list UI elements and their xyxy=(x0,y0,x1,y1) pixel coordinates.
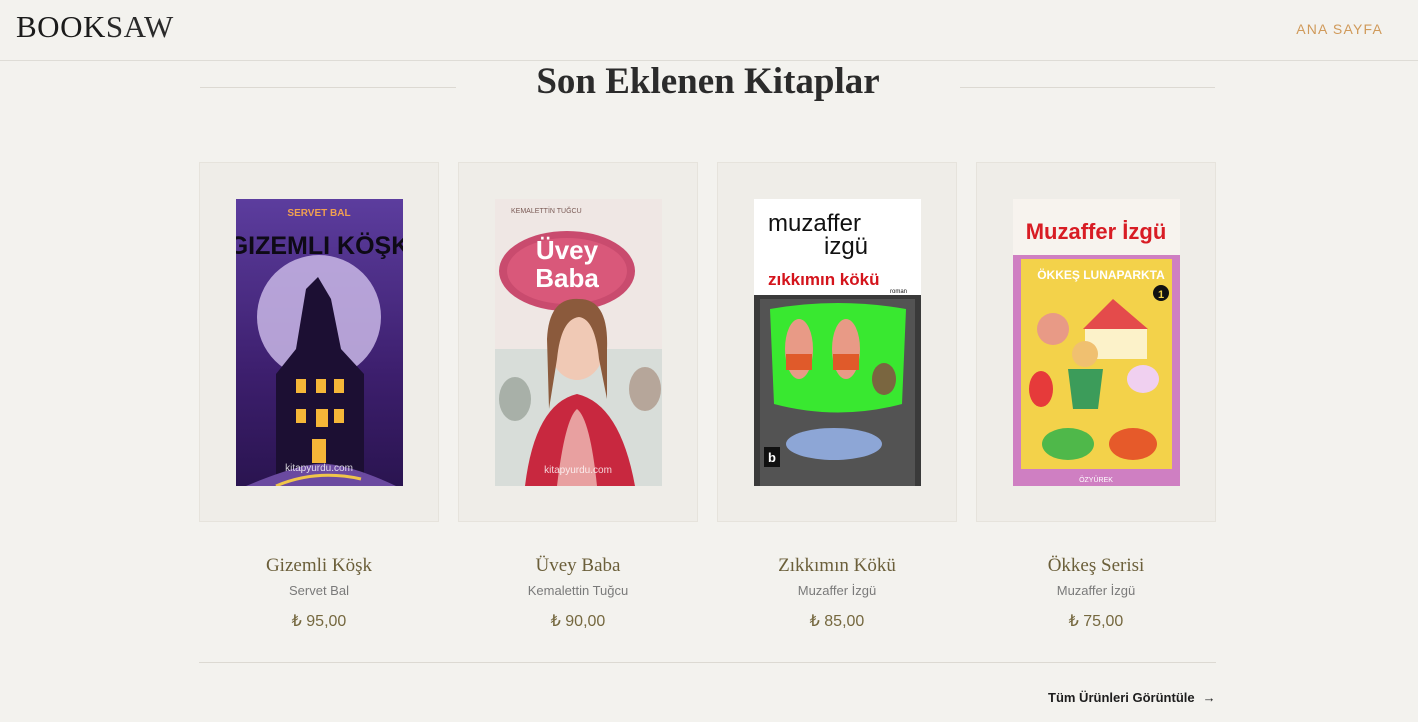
product-price: ₺ 95,00 xyxy=(291,613,347,630)
cover-title-line1: Üvey xyxy=(536,235,599,265)
product-price: ₺ 90,00 xyxy=(550,613,606,630)
cover-subtitle: roman xyxy=(890,289,907,295)
product-card: Muzaffer İzgü ÖKKEŞ LUNAPARKTA 1 ÖZYÜREK xyxy=(976,162,1216,630)
product-title[interactable]: Zıkkımın Kökü xyxy=(717,555,957,577)
cover-title-text: ÖKKEŞ LUNAPARKTA xyxy=(1037,267,1165,282)
view-all-label: Tüm Ürünleri Görüntüle xyxy=(1048,690,1195,705)
site-logo[interactable]: BOOKSAW xyxy=(16,9,174,45)
section-title: Son Eklenen Kitaplar xyxy=(536,61,880,102)
cover-publisher: ÖZYÜREK xyxy=(1079,476,1113,484)
product-title[interactable]: Ökkeş Serisi xyxy=(976,555,1216,577)
product-author: Muzaffer İzgü xyxy=(797,583,877,598)
product-card: muzaffer izgü zıkkımın kökü roman b Zıkk… xyxy=(717,162,957,630)
cover-author-text: Muzaffer İzgü xyxy=(1026,219,1167,244)
product-price: ₺ 85,00 xyxy=(809,613,865,630)
section-divider xyxy=(199,662,1216,663)
section-header: Son Eklenen Kitaplar xyxy=(200,58,1215,118)
product-cover-frame[interactable]: Muzaffer İzgü ÖKKEŞ LUNAPARKTA 1 ÖZYÜREK xyxy=(976,162,1216,522)
cover-author-line2: izgü xyxy=(824,233,868,260)
nav-home-link[interactable]: ANA SAYFA xyxy=(1296,21,1383,37)
cover-title-text: zıkkımın kökü xyxy=(768,270,879,289)
product-cover-frame[interactable]: KEMALETTİN TUĞCU Üvey Baba kitapyurdu.co… xyxy=(458,162,698,522)
title-divider-right xyxy=(960,87,1215,88)
product-card: SERVET BAL GIZEMLI KÖŞK kitapyurdu.com G… xyxy=(199,162,439,630)
product-cover-frame[interactable]: muzaffer izgü zıkkımın kökü roman b xyxy=(717,162,957,522)
product-author: Muzaffer İzgü xyxy=(1056,583,1136,598)
product-card: KEMALETTİN TUĞCU Üvey Baba kitapyurdu.co… xyxy=(458,162,698,630)
product-title[interactable]: Üvey Baba xyxy=(458,555,698,577)
product-author: Kemalettin Tuğcu xyxy=(527,583,629,598)
cover-watermark: kitapyurdu.com xyxy=(544,465,612,476)
book-cover-image[interactable]: SERVET BAL GIZEMLI KÖŞK kitapyurdu.com xyxy=(236,199,403,486)
product-title[interactable]: Gizemli Köşk xyxy=(199,555,439,577)
cover-volume-number: 1 xyxy=(1158,289,1164,301)
book-cover-image[interactable]: Muzaffer İzgü ÖKKEŞ LUNAPARKTA 1 ÖZYÜREK xyxy=(1013,199,1180,486)
cover-author-text: KEMALETTİN TUĞCU xyxy=(511,206,582,215)
product-price: ₺ 75,00 xyxy=(1068,613,1124,630)
arrow-right-icon: → xyxy=(1202,690,1216,705)
logo-light: SAW xyxy=(105,9,174,44)
cover-publisher: b xyxy=(768,450,776,465)
book-cover-image[interactable]: muzaffer izgü zıkkımın kökü roman b xyxy=(754,199,921,486)
cover-author-text: SERVET BAL xyxy=(287,208,350,219)
product-cover-frame[interactable]: SERVET BAL GIZEMLI KÖŞK kitapyurdu.com xyxy=(199,162,439,522)
view-all-products-link[interactable]: Tüm Ürünleri Görüntüle → xyxy=(1048,690,1216,705)
title-divider-left xyxy=(200,87,456,88)
product-author: Servet Bal xyxy=(289,583,349,598)
book-cover-image[interactable]: KEMALETTİN TUĞCU Üvey Baba kitapyurdu.co… xyxy=(495,199,662,486)
site-header: BOOKSAW ANA SAYFA xyxy=(0,0,1418,61)
cover-title-line2: Baba xyxy=(535,263,599,293)
logo-bold: BOOK xyxy=(16,9,106,44)
cover-watermark: kitapyurdu.com xyxy=(285,463,353,474)
cover-title-text: GIZEMLI KÖŞK xyxy=(236,231,403,260)
